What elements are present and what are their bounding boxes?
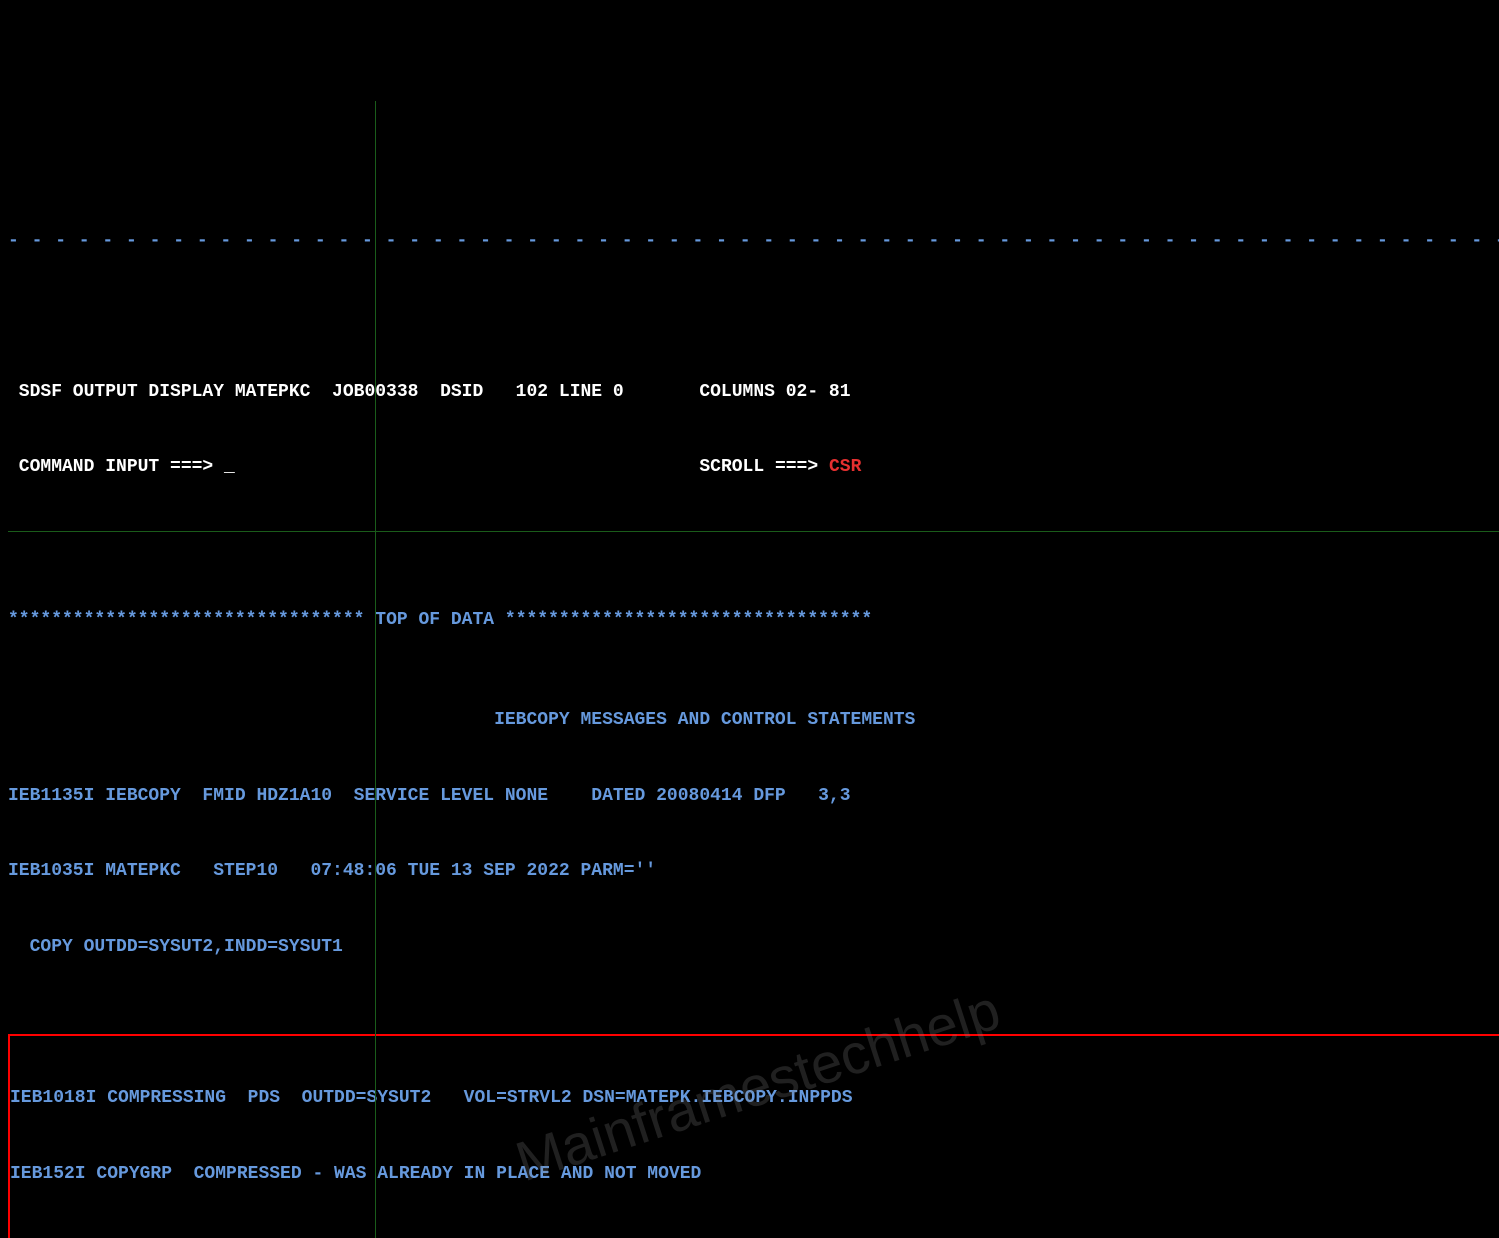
output-line: IEB1018I COMPRESSING PDS OUTDD=SYSUT2 VO… [10, 1086, 1499, 1111]
output-line: IEB152I FIRSTPRG COMPRESSED - WAS ALREAD… [10, 1237, 1499, 1238]
output-line: IEBCOPY MESSAGES AND CONTROL STATEMENTS [8, 708, 1499, 733]
output-line: IEB152I COPYGRP COMPRESSED - WAS ALREADY… [10, 1162, 1499, 1187]
command-input-cursor[interactable]: _ [224, 457, 235, 477]
scroll-label: SCROLL ===> [235, 457, 829, 477]
output-line: IEB1035I MATEPKC STEP10 07:48:06 TUE 13 … [8, 859, 1499, 884]
top-of-data-marker: ********************************* TOP OF… [8, 608, 1499, 633]
top-dashline: - - - - - - - - - - - - - - - - - - - - … [8, 229, 1499, 254]
scroll-value[interactable]: CSR [829, 457, 861, 477]
sdsf-header-line: SDSF OUTPUT DISPLAY MATEPKC JOB00338 DSI… [8, 380, 1499, 405]
output-line: IEB1135I IEBCOPY FMID HDZ1A10 SERVICE LE… [8, 784, 1499, 809]
command-input-label: COMMAND INPUT ===> [8, 457, 224, 477]
command-line: COMMAND INPUT ===> _ SCROLL ===> CSR [8, 455, 1499, 480]
output-line: COPY OUTDD=SYSUT2,INDD=SYSUT1 [8, 935, 1499, 960]
highlighted-output-block: IEB1018I COMPRESSING PDS OUTDD=SYSUT2 VO… [8, 1034, 1499, 1238]
